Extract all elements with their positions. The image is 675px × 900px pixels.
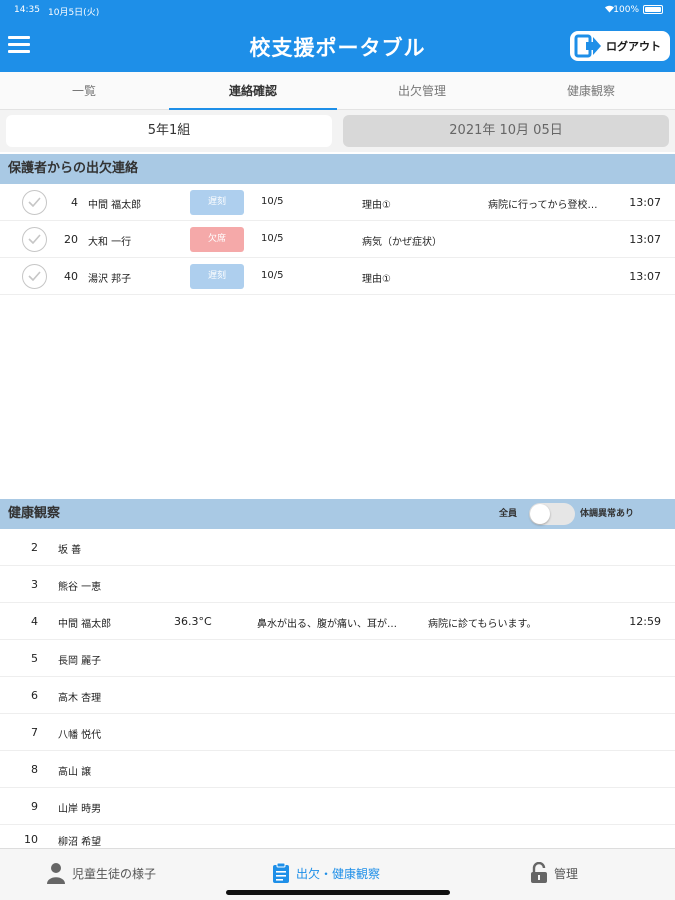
contact-time: 13:07 bbox=[629, 270, 661, 283]
student-name: 中間 福太郎 bbox=[88, 200, 142, 211]
attendance-section-header: 保護者からの出欠連絡 bbox=[0, 154, 675, 184]
body-temperature: 36.3°C bbox=[174, 615, 212, 628]
health-row[interactable]: 2 坂 善 bbox=[0, 529, 675, 566]
student-name: 熊谷 一恵 bbox=[58, 582, 102, 593]
student-number: 9 bbox=[31, 800, 38, 813]
symptom-text: 鼻水が出る、腹が痛い、耳が… bbox=[257, 619, 397, 630]
student-name: 中間 福太郎 bbox=[58, 619, 112, 630]
health-row[interactable]: 6 高木 杏理 bbox=[0, 677, 675, 714]
contact-time: 13:07 bbox=[629, 196, 661, 209]
student-number: 7 bbox=[31, 726, 38, 739]
health-section-header: 健康観察 全員 体調異常あり bbox=[0, 499, 675, 529]
contact-reason: 病気（かぜ症状） bbox=[362, 237, 442, 248]
abnormal-filter-toggle[interactable] bbox=[529, 503, 575, 525]
date-selector[interactable]: 2021年 10月 05日 bbox=[343, 115, 669, 147]
clipboard-icon bbox=[273, 862, 289, 883]
tab-contact-check[interactable]: 連絡確認 bbox=[169, 72, 337, 110]
bottom-tab-label: 児童生徒の様子 bbox=[72, 866, 157, 881]
health-row[interactable]: 9 山岸 時男 bbox=[0, 788, 675, 825]
logout-icon bbox=[574, 34, 601, 58]
contact-reason: 理由① bbox=[362, 274, 391, 285]
toggle-label-abnormal: 体調異常あり bbox=[580, 509, 635, 519]
battery-percent: 100% bbox=[613, 5, 639, 15]
student-number: 4 bbox=[71, 196, 78, 209]
battery-icon bbox=[643, 5, 663, 14]
person-icon bbox=[47, 863, 65, 884]
lock-icon bbox=[531, 862, 547, 883]
health-note: 病院に診てもらいます。 bbox=[428, 619, 537, 630]
student-number: 20 bbox=[64, 233, 78, 246]
health-time: 12:59 bbox=[629, 615, 661, 628]
logout-label: ログアウト bbox=[606, 40, 661, 53]
student-name: 坂 善 bbox=[58, 545, 82, 556]
status-bar: 14:35 10月5日(火) 100% bbox=[0, 0, 675, 20]
student-number: 5 bbox=[31, 652, 38, 665]
bottom-tab-label: 出欠・健康観察 bbox=[296, 866, 381, 881]
student-name: 柳沼 希望 bbox=[58, 837, 102, 848]
contact-date: 10/5 bbox=[261, 270, 284, 281]
health-row[interactable]: 8 高山 譲 bbox=[0, 751, 675, 788]
student-name: 長岡 麗子 bbox=[58, 656, 102, 667]
health-section-title: 健康観察 bbox=[8, 506, 61, 521]
header: 校支援ポータブル ログアウト bbox=[0, 20, 675, 72]
contact-memo: 病院に行ってから登校… bbox=[488, 200, 598, 211]
status-badge: 遅刻 bbox=[190, 190, 244, 215]
bottom-tab-manage[interactable]: 管理 bbox=[530, 849, 578, 897]
status-date: 10月5日(火) bbox=[48, 8, 100, 18]
class-selector[interactable]: 5年1組 bbox=[6, 115, 332, 147]
student-name: 湯沢 邦子 bbox=[88, 274, 132, 285]
bottom-tab-label: 管理 bbox=[554, 866, 579, 881]
student-name: 山岸 時男 bbox=[58, 804, 102, 815]
student-number: 10 bbox=[24, 833, 38, 846]
student-name: 八幡 悦代 bbox=[58, 730, 102, 741]
student-name: 高木 杏理 bbox=[58, 693, 102, 704]
contact-reason: 理由① bbox=[362, 200, 391, 211]
status-badge: 欠席 bbox=[190, 227, 244, 252]
tab-list[interactable]: 一覧 bbox=[0, 72, 168, 110]
health-row[interactable]: 4 中間 福太郎 36.3°C 鼻水が出る、腹が痛い、耳が… 病院に診てもらいま… bbox=[0, 603, 675, 640]
student-name: 大和 一行 bbox=[88, 237, 132, 248]
student-number: 4 bbox=[31, 615, 38, 628]
tab-health[interactable]: 健康観察 bbox=[507, 72, 675, 110]
health-row[interactable]: 7 八幡 悦代 bbox=[0, 714, 675, 751]
attendance-section-title: 保護者からの出欠連絡 bbox=[8, 161, 139, 176]
contact-date: 10/5 bbox=[261, 233, 284, 244]
status-badge: 遅刻 bbox=[190, 264, 244, 289]
student-number: 40 bbox=[64, 270, 78, 283]
check-icon[interactable] bbox=[22, 227, 47, 252]
check-icon[interactable] bbox=[22, 264, 47, 289]
home-indicator bbox=[226, 890, 450, 895]
health-row[interactable]: 5 長岡 麗子 bbox=[0, 640, 675, 677]
toggle-knob bbox=[530, 504, 550, 524]
bottom-tab-student-status[interactable]: 児童生徒の様子 bbox=[46, 849, 156, 897]
logout-button[interactable]: ログアウト bbox=[570, 31, 670, 61]
student-number: 6 bbox=[31, 689, 38, 702]
student-number: 8 bbox=[31, 763, 38, 776]
tab-bar: 一覧 連絡確認 出欠管理 健康観察 bbox=[0, 72, 675, 110]
student-number: 2 bbox=[31, 541, 38, 554]
attendance-row[interactable]: 4 中間 福太郎 遅刻 10/5 理由① 病院に行ってから登校… 13:07 bbox=[0, 184, 675, 221]
health-row[interactable]: 3 熊谷 一恵 bbox=[0, 566, 675, 603]
student-number: 3 bbox=[31, 578, 38, 591]
status-time: 14:35 bbox=[14, 5, 40, 15]
selector-bar: 5年1組 2021年 10月 05日 bbox=[0, 110, 675, 152]
toggle-label-all: 全員 bbox=[499, 509, 518, 519]
student-name: 高山 譲 bbox=[58, 767, 92, 778]
attendance-row[interactable]: 40 湯沢 邦子 遅刻 10/5 理由① 13:07 bbox=[0, 258, 675, 295]
contact-date: 10/5 bbox=[261, 196, 284, 207]
check-icon[interactable] bbox=[22, 190, 47, 215]
tab-attendance[interactable]: 出欠管理 bbox=[338, 72, 506, 110]
attendance-row[interactable]: 20 大和 一行 欠席 10/5 病気（かぜ症状） 13:07 bbox=[0, 221, 675, 258]
contact-time: 13:07 bbox=[629, 233, 661, 246]
